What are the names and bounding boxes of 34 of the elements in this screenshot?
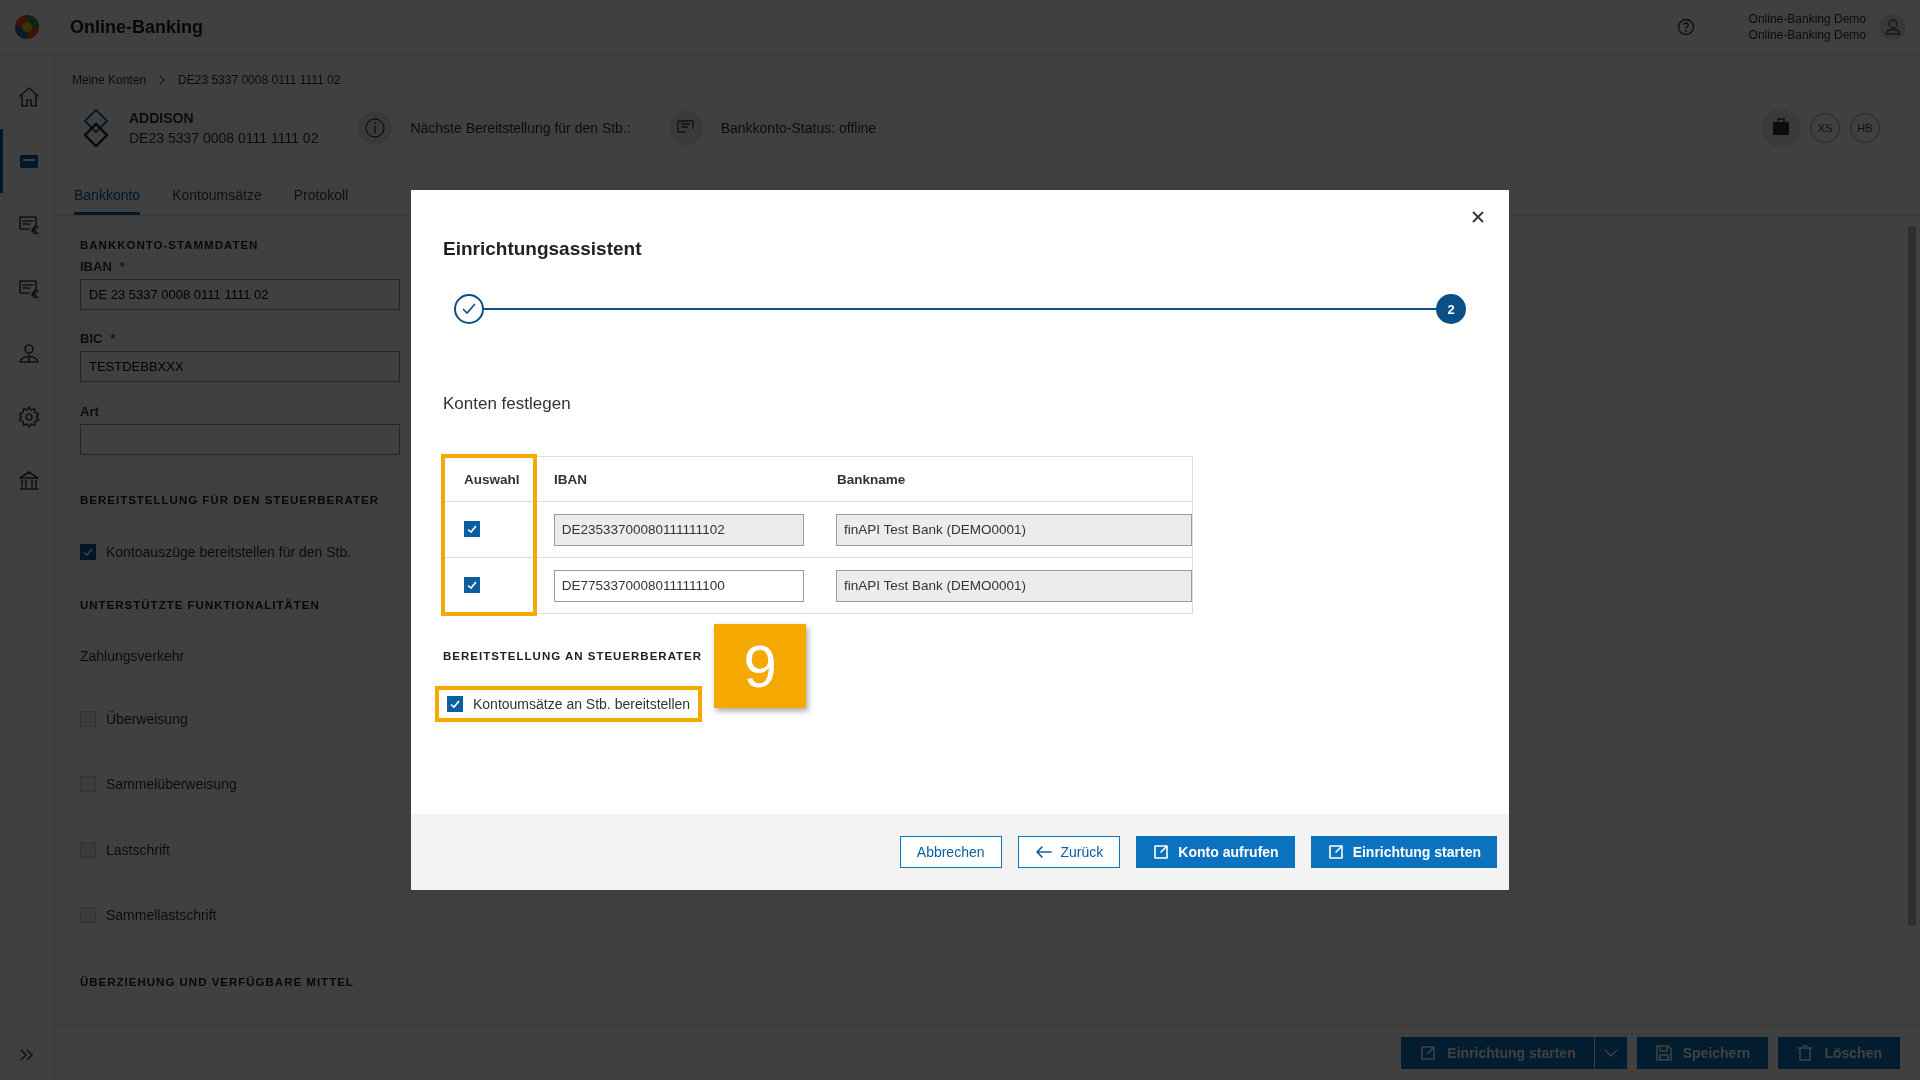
column-header: Bankname	[836, 471, 907, 487]
section-heading: BEREITSTELLUNG AN STEUERBERATER	[443, 650, 703, 662]
dialog-button[interactable]: Abbrechen	[899, 836, 1002, 868]
check-icon	[449, 698, 461, 710]
dialog-button[interactable]: Zurück	[1017, 836, 1121, 868]
section-heading: BEREITSTELLUNG FÜR DEN STEUERBERATER	[80, 493, 381, 509]
checkbox[interactable]	[447, 696, 463, 712]
column-header: Auswahl	[463, 471, 521, 487]
dialog-title: Einrichtungsassistent	[443, 238, 643, 260]
step-indicator[interactable]: 2	[1436, 294, 1466, 324]
section-heading: ÜBERZIEHUNG UND VERFÜGBARE MITTEL	[80, 974, 355, 990]
close-icon	[1471, 210, 1485, 224]
external-link-icon	[1326, 843, 1345, 861]
checkbox-label: Kontoumsätze an Stb. bereitstellen	[473, 696, 691, 712]
dialog-button[interactable]: Einrichtung starten	[1310, 836, 1497, 868]
checkbox[interactable]	[464, 576, 480, 593]
required-mark: *	[119, 258, 125, 276]
app-title: Online-Banking	[70, 16, 203, 38]
bank-name-field[interactable]: finAPI Test Bank (DEMO0001)	[836, 513, 1192, 546]
section-title: Konten festlegen	[443, 394, 572, 414]
check-icon	[462, 303, 476, 315]
column-header: IBAN	[554, 471, 588, 487]
checkbox[interactable]	[464, 520, 480, 537]
dialog-button[interactable]: Konto aufrufen	[1136, 836, 1295, 868]
iban-field[interactable]: DE23533700080111111102	[553, 513, 804, 546]
arrow-left-icon	[1034, 843, 1053, 861]
step-indicator[interactable]	[454, 294, 484, 324]
external-link-icon	[1152, 843, 1171, 861]
bank-name-field[interactable]: finAPI Test Bank (DEMO0001)	[836, 569, 1192, 602]
required-mark: *	[110, 331, 116, 349]
section-heading: BANKKONTO-STAMMDATEN	[80, 238, 260, 253]
section-heading: UNTERSTÜTZTE FUNKTIONALITÄTEN	[80, 597, 321, 613]
iban-field[interactable]: DE77533700080111111100	[553, 569, 804, 602]
step-number-badge: 9	[714, 624, 807, 708]
